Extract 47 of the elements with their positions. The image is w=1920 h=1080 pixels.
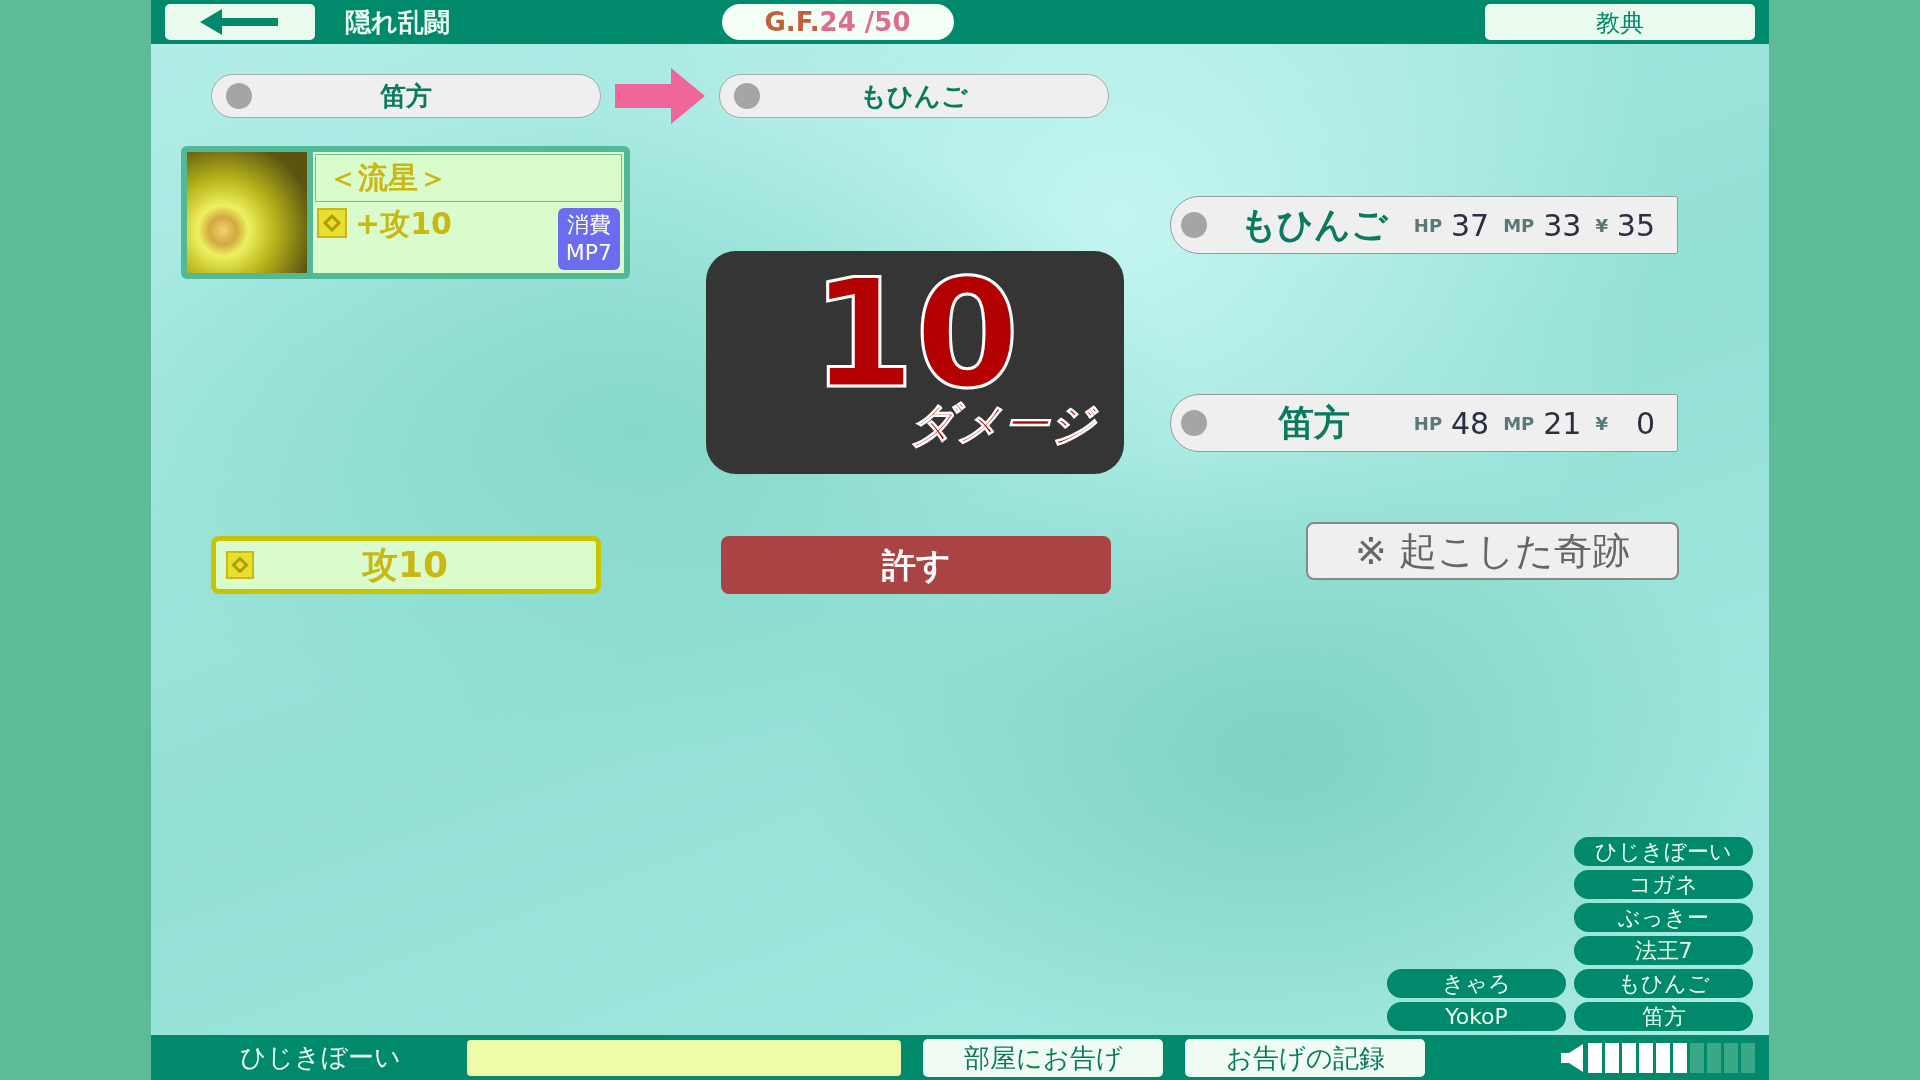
player-tag[interactable]: きゃろ xyxy=(1387,969,1566,998)
speaker-icon xyxy=(1561,1043,1585,1072)
volume-control[interactable] xyxy=(1561,1042,1755,1073)
player-tag[interactable]: コガネ xyxy=(1574,870,1753,899)
player-tag[interactable]: ぶっきー xyxy=(1574,903,1753,932)
miracle-button[interactable]: ※ 起こした奇跡 xyxy=(1306,522,1679,580)
hp-value: 48 xyxy=(1450,404,1490,443)
player-tag[interactable]: ひじきぼーい xyxy=(1574,837,1753,866)
hp-label: HP xyxy=(1413,411,1443,436)
money-value: 35 xyxy=(1615,206,1655,245)
mp-value: 21 xyxy=(1542,404,1582,443)
back-button[interactable] xyxy=(165,4,315,40)
bonus-label: 攻10 xyxy=(360,543,450,587)
status-dot-icon xyxy=(734,83,760,109)
player-name: 笛方 xyxy=(1277,401,1352,445)
announce-button[interactable]: 部屋にお告げ xyxy=(923,1038,1163,1077)
status-dot-icon xyxy=(1181,410,1207,436)
round-prefix: G.F. xyxy=(764,5,820,39)
mp-label: MP xyxy=(1503,411,1535,436)
player-name: もひんご xyxy=(859,79,969,113)
game-title: 隠れ乱闘 xyxy=(345,5,450,39)
money-label: ¥ xyxy=(1595,411,1608,436)
hp-value: 37 xyxy=(1450,206,1490,245)
card-effect: +攻10 xyxy=(355,208,452,240)
player-tag[interactable]: 法王7 xyxy=(1574,936,1753,965)
status-dot-icon xyxy=(1181,212,1207,238)
money-label: ¥ xyxy=(1595,213,1608,238)
mp-label: MP xyxy=(1503,213,1535,238)
card-title: ＜流星＞ xyxy=(315,154,622,202)
left-arrow-icon xyxy=(200,9,280,35)
player-name: ひじきぼーい xyxy=(238,1041,402,1074)
forgive-button[interactable]: 許す xyxy=(721,536,1111,594)
mp-value: 33 xyxy=(1542,206,1582,245)
manual-button[interactable]: 教典 xyxy=(1485,4,1755,40)
status-dot-icon xyxy=(226,83,252,109)
message-input[interactable] xyxy=(467,1039,901,1076)
player-name: 笛方 xyxy=(379,79,433,113)
player-tag[interactable]: もひんご xyxy=(1574,969,1753,998)
hp-label: HP xyxy=(1413,213,1443,238)
cost-badge: 消費 MP7 xyxy=(557,208,620,270)
round-value: 24 /50 xyxy=(819,5,911,39)
player-tag[interactable]: 笛方 xyxy=(1574,1002,1753,1031)
right-arrow-icon xyxy=(615,68,705,124)
money-value: 0 xyxy=(1634,404,1655,443)
player-tag[interactable]: YokoP xyxy=(1387,1002,1566,1031)
player-name: もひんご xyxy=(1239,203,1390,247)
log-button[interactable]: お告げの記録 xyxy=(1185,1038,1425,1077)
